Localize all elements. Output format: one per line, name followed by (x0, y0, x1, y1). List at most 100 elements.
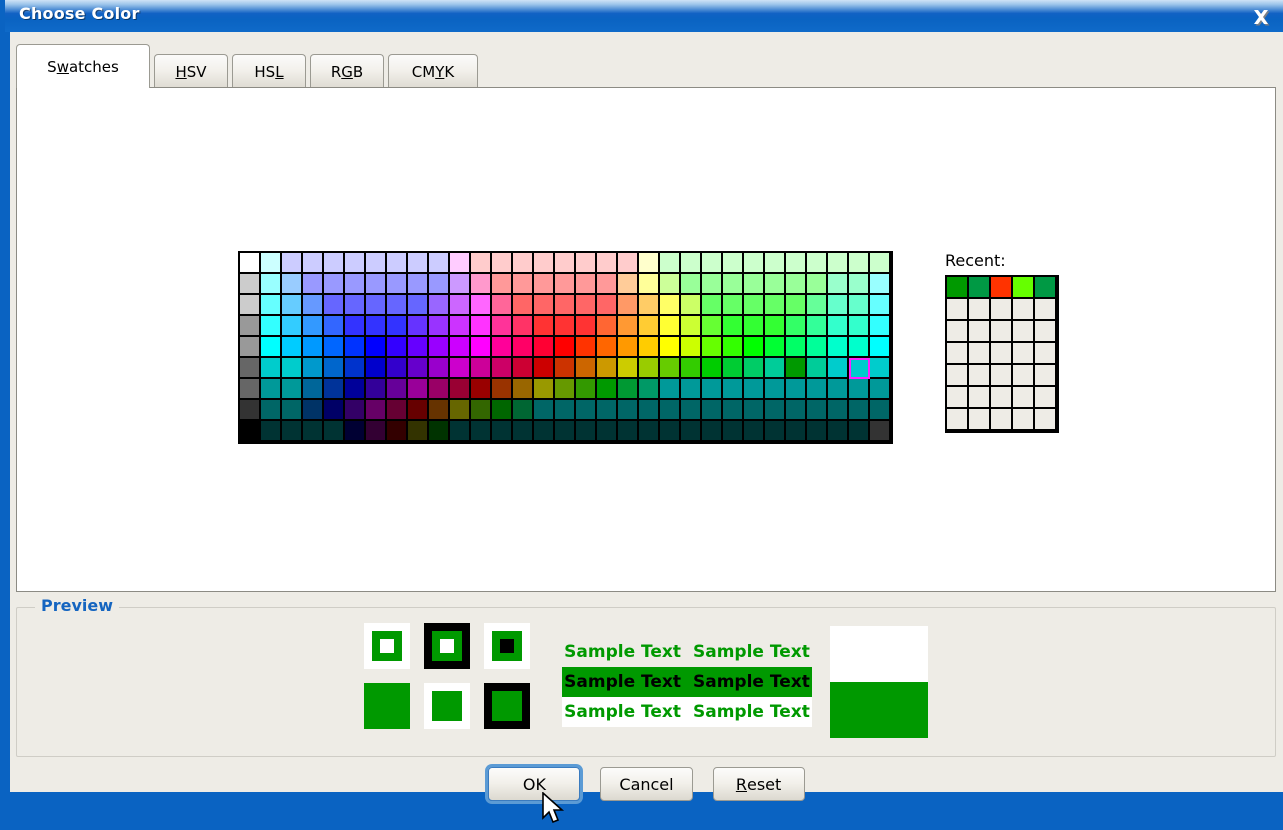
swatch-cell[interactable] (240, 379, 261, 400)
swatch-cell[interactable] (240, 316, 261, 337)
swatch-cell[interactable] (723, 421, 744, 442)
swatch-cell[interactable] (282, 379, 303, 400)
swatch-cell[interactable] (282, 421, 303, 442)
swatch-cell[interactable] (513, 274, 534, 295)
swatch-cell[interactable] (261, 253, 282, 274)
swatch-grid[interactable] (238, 251, 893, 444)
swatch-cell[interactable] (534, 379, 555, 400)
swatch-cell[interactable] (450, 421, 471, 442)
swatch-cell[interactable] (639, 337, 660, 358)
swatch-cell[interactable] (723, 274, 744, 295)
swatch-cell[interactable] (744, 358, 765, 379)
swatch-cell[interactable] (723, 400, 744, 421)
swatch-cell[interactable] (660, 421, 681, 442)
swatch-cell[interactable] (618, 316, 639, 337)
swatch-cell[interactable] (555, 337, 576, 358)
swatch-cell[interactable] (492, 253, 513, 274)
swatch-cell[interactable] (387, 274, 408, 295)
swatch-cell[interactable] (744, 379, 765, 400)
swatch-cell[interactable] (408, 274, 429, 295)
recent-swatch-cell[interactable] (969, 409, 991, 431)
swatch-cell[interactable] (660, 274, 681, 295)
swatch-cell[interactable] (345, 400, 366, 421)
swatch-cell[interactable] (471, 379, 492, 400)
swatch-cell[interactable] (555, 295, 576, 316)
recent-swatch-cell[interactable] (991, 365, 1013, 387)
recent-swatch-cell[interactable] (969, 387, 991, 409)
swatch-cell[interactable] (807, 274, 828, 295)
swatch-cell[interactable] (324, 316, 345, 337)
swatch-cell[interactable] (618, 295, 639, 316)
swatch-cell[interactable] (345, 316, 366, 337)
recent-swatch-cell[interactable] (969, 321, 991, 343)
swatch-cell[interactable] (660, 358, 681, 379)
swatch-cell[interactable] (576, 358, 597, 379)
recent-swatch-cell[interactable] (1013, 409, 1035, 431)
swatch-cell[interactable] (639, 379, 660, 400)
swatch-cell[interactable] (366, 316, 387, 337)
swatch-cell[interactable] (450, 316, 471, 337)
swatch-cell[interactable] (681, 400, 702, 421)
tab-swatches[interactable]: Sw atches (16, 44, 150, 88)
swatch-cell[interactable] (681, 337, 702, 358)
swatch-cell[interactable] (702, 400, 723, 421)
swatch-cell[interactable] (597, 358, 618, 379)
swatch-cell[interactable] (681, 358, 702, 379)
swatch-cell[interactable] (702, 421, 723, 442)
swatch-cell[interactable] (513, 379, 534, 400)
swatch-cell[interactable] (450, 337, 471, 358)
swatch-cell[interactable] (408, 337, 429, 358)
swatch-cell[interactable] (303, 358, 324, 379)
swatch-cell[interactable] (324, 295, 345, 316)
recent-swatch-cell[interactable] (1013, 365, 1035, 387)
swatch-cell[interactable] (408, 358, 429, 379)
swatch-cell[interactable] (639, 358, 660, 379)
swatch-cell[interactable] (240, 295, 261, 316)
swatch-cell[interactable] (240, 400, 261, 421)
swatch-cell[interactable] (744, 295, 765, 316)
swatch-cell[interactable] (513, 358, 534, 379)
swatch-cell[interactable] (555, 400, 576, 421)
swatch-cell[interactable] (807, 295, 828, 316)
swatch-cell[interactable] (387, 253, 408, 274)
recent-swatch-cell[interactable] (1035, 409, 1057, 431)
recent-swatch-cell[interactable] (991, 343, 1013, 365)
swatch-cell[interactable] (282, 274, 303, 295)
swatch-cell[interactable] (366, 400, 387, 421)
swatch-cell[interactable] (849, 337, 870, 358)
swatch-cell[interactable] (807, 337, 828, 358)
swatch-cell[interactable] (513, 421, 534, 442)
recent-swatch-cell[interactable] (1013, 277, 1035, 299)
swatch-cell[interactable] (513, 253, 534, 274)
swatch-cell[interactable] (849, 421, 870, 442)
swatch-cell[interactable] (240, 337, 261, 358)
swatch-cell[interactable] (303, 379, 324, 400)
cancel-button[interactable]: Cancel (600, 767, 693, 801)
swatch-cell[interactable] (450, 295, 471, 316)
swatch-cell[interactable] (576, 274, 597, 295)
swatch-cell[interactable] (765, 316, 786, 337)
recent-swatch-cell[interactable] (947, 365, 969, 387)
swatch-cell[interactable] (744, 253, 765, 274)
swatch-cell[interactable] (366, 421, 387, 442)
swatch-cell[interactable] (828, 274, 849, 295)
swatch-cell[interactable] (660, 337, 681, 358)
swatch-cell[interactable] (366, 253, 387, 274)
swatch-cell[interactable] (450, 400, 471, 421)
swatch-cell[interactable] (261, 421, 282, 442)
recent-swatch-cell[interactable] (969, 365, 991, 387)
swatch-cell[interactable] (744, 337, 765, 358)
swatch-cell[interactable] (828, 316, 849, 337)
swatch-cell[interactable] (240, 274, 261, 295)
recent-swatch-cell[interactable] (1013, 321, 1035, 343)
swatch-cell[interactable] (807, 316, 828, 337)
swatch-cell[interactable] (324, 358, 345, 379)
swatch-cell[interactable] (261, 316, 282, 337)
swatch-cell[interactable] (870, 253, 891, 274)
recent-swatch-cell[interactable] (991, 409, 1013, 431)
swatch-cell[interactable] (471, 274, 492, 295)
swatch-cell[interactable] (555, 421, 576, 442)
swatch-cell[interactable] (702, 274, 723, 295)
swatch-cell[interactable] (555, 316, 576, 337)
recent-grid[interactable] (945, 275, 1059, 433)
